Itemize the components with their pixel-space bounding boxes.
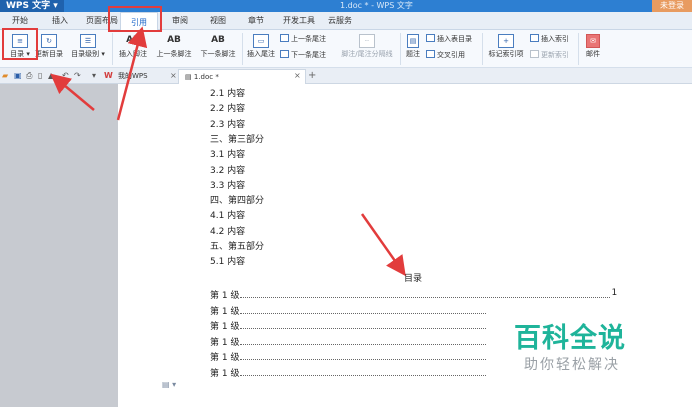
watermark-subtitle: 助你轻松解决 — [524, 357, 620, 373]
arrow-to-references-tab — [116, 26, 148, 121]
arrow-to-toc-heading — [360, 213, 406, 277]
watermark-title: 百科全说 — [514, 323, 626, 354]
arrow-to-toc-button — [50, 73, 95, 111]
